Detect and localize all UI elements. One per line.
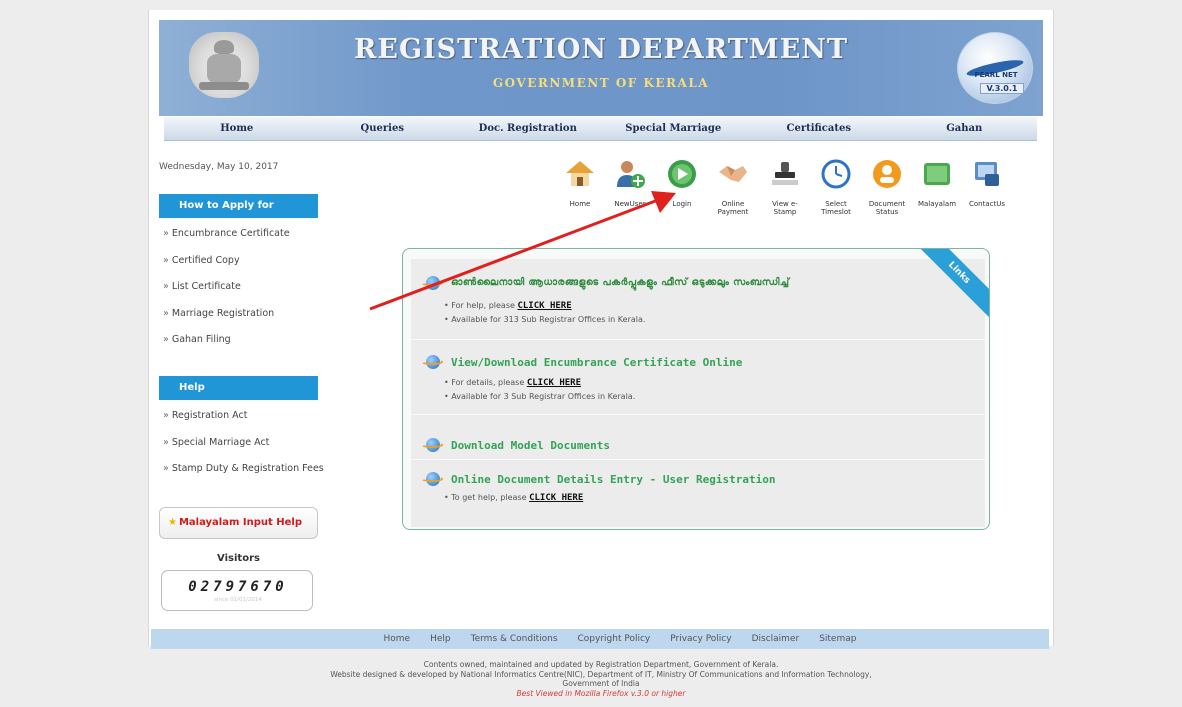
- quick-document-status-label: Document Status: [868, 200, 906, 216]
- help-heading: Help: [159, 376, 318, 400]
- main-nav: Home Queries Doc. Registration Special M…: [164, 117, 1037, 141]
- browser-note: Best Viewed in Mozilla Firefox v.3.0 or …: [516, 688, 686, 698]
- help-list: Registration Act Special Marriage Act St…: [163, 410, 353, 490]
- stamp-icon: [769, 158, 801, 190]
- announcement-title[interactable]: ഓൺലൈനായി ആധാരങ്ങളുടെ പകർപ്പുകളും ഫീസ് ഒട…: [451, 277, 789, 288]
- quick-links-toolbar: Home NewUser Login Online Payment View e…: [557, 158, 1043, 218]
- login-icon: [666, 158, 698, 190]
- malayalam-input-help-button[interactable]: ★ Malayalam Input Help: [159, 507, 318, 539]
- footer-link-privacy[interactable]: Privacy Policy: [670, 629, 731, 649]
- nav-queries[interactable]: Queries: [310, 117, 456, 140]
- quick-new-user[interactable]: NewUser: [607, 158, 653, 208]
- how-to-apply-heading: How to Apply for: [159, 194, 318, 218]
- click-here-link[interactable]: CLICK HERE: [527, 378, 581, 388]
- quick-malayalam[interactable]: Malayalam: [914, 158, 960, 208]
- quick-malayalam-label: Malayalam: [917, 200, 957, 208]
- divider: [411, 414, 985, 415]
- pearl-logo-version: V.3.0.1: [980, 83, 1024, 94]
- clock-icon: [820, 158, 852, 190]
- quick-view-estamp-label: View e-Stamp: [772, 200, 798, 216]
- sidebar-item-registration-act[interactable]: Registration Act: [163, 410, 353, 437]
- quick-view-estamp[interactable]: View e-Stamp: [762, 158, 808, 216]
- help-line-text: To get help, please: [451, 493, 527, 502]
- sidebar-item-gahan-filing[interactable]: Gahan Filing: [163, 334, 353, 361]
- visitor-counter: 02797670 since 01/01/2014: [161, 570, 313, 611]
- nav-doc-registration[interactable]: Doc. Registration: [455, 117, 601, 140]
- site-title: REGISTRATION DEPARTMENT: [353, 34, 849, 65]
- sidebar-item-list-certificate[interactable]: List Certificate: [163, 281, 353, 308]
- quick-online-payment-label: Online Payment: [717, 200, 749, 216]
- sidebar-item-encumbrance-certificate[interactable]: Encumbrance Certificate: [163, 228, 353, 255]
- site-subtitle: GOVERNMENT OF KERALA: [492, 76, 710, 90]
- footer-ownership: Contents owned, maintained and updated b…: [423, 660, 779, 669]
- footer-link-terms[interactable]: Terms & Conditions: [471, 629, 558, 649]
- footer-link-copyright[interactable]: Copyright Policy: [578, 629, 651, 649]
- footer-government: Government of India: [562, 679, 640, 688]
- announcement-availability: Available for 3 Sub Registrar Offices in…: [444, 392, 635, 401]
- announcement-title[interactable]: Online Document Details Entry - User Reg…: [451, 473, 776, 486]
- document-status-icon: [871, 158, 903, 190]
- nav-home[interactable]: Home: [164, 117, 310, 140]
- site-header: REGISTRATION DEPARTMENT GOVERNMENT OF KE…: [159, 20, 1043, 116]
- visitor-count: 02797670: [188, 579, 288, 595]
- nav-gahan[interactable]: Gahan: [892, 117, 1038, 140]
- quick-document-status[interactable]: Document Status: [864, 158, 910, 216]
- click-here-link[interactable]: CLICK HERE: [529, 493, 583, 503]
- visitor-count-since: since 01/01/2014: [214, 597, 262, 603]
- sidebar-item-stamp-duty-fees[interactable]: Stamp Duty & Registration Fees: [163, 463, 353, 490]
- quick-select-timeslot[interactable]: Select Timeslot: [813, 158, 859, 216]
- star-icon: ★: [168, 517, 177, 528]
- sidebar-item-marriage-registration[interactable]: Marriage Registration: [163, 308, 353, 335]
- quick-contact-us[interactable]: ContactUs: [964, 158, 1010, 208]
- site-footer: Contents owned, maintained and updated b…: [148, 660, 1054, 698]
- footer-link-home[interactable]: Home: [384, 629, 411, 649]
- quick-contact-us-label: ContactUs: [968, 200, 1005, 208]
- divider: [411, 459, 985, 460]
- footer-nav: Home Help Terms & Conditions Copyright P…: [151, 629, 1049, 649]
- globe-icon: [421, 355, 443, 369]
- home-icon: [564, 158, 596, 190]
- announcement-help-line: To get help, please CLICK HERE: [444, 493, 583, 503]
- sidebar-item-certified-copy[interactable]: Certified Copy: [163, 255, 353, 282]
- quick-login[interactable]: Login: [659, 158, 705, 208]
- announcement-title[interactable]: Download Model Documents: [451, 439, 610, 452]
- quick-home[interactable]: Home: [557, 158, 603, 208]
- page-container: REGISTRATION DEPARTMENT GOVERNMENT OF KE…: [148, 10, 1054, 649]
- sidebar-item-special-marriage-act[interactable]: Special Marriage Act: [163, 437, 353, 464]
- quick-select-timeslot-label: Select Timeslot: [821, 200, 851, 216]
- how-to-apply-list: Encumbrance Certificate Certified Copy L…: [163, 228, 353, 361]
- quick-online-payment[interactable]: Online Payment: [710, 158, 756, 216]
- nav-certificates[interactable]: Certificates: [746, 117, 892, 140]
- footer-developer: Website designed & developed by National…: [330, 669, 872, 679]
- divider: [411, 339, 985, 340]
- announcement-help-line: For help, please CLICK HERE: [444, 301, 571, 311]
- click-here-link[interactable]: CLICK HERE: [517, 301, 571, 311]
- contact-icon: [971, 158, 1003, 190]
- pearl-logo-text: PEARL NET: [974, 71, 1018, 79]
- announcement-availability: Available for 313 Sub Registrar Offices …: [444, 315, 645, 324]
- announcement-title[interactable]: View/Download Encumbrance Certificate On…: [451, 356, 742, 369]
- quick-home-label: Home: [569, 200, 591, 208]
- announcements-panel: ഓൺലൈനായി ആധാരങ്ങളുടെ പകർപ്പുകളും ഫീസ് ഒട…: [402, 248, 990, 530]
- footer-link-disclaimer[interactable]: Disclaimer: [752, 629, 800, 649]
- quick-new-user-label: NewUser: [614, 200, 646, 208]
- visitors-label: Visitors: [217, 553, 260, 564]
- footer-link-sitemap[interactable]: Sitemap: [819, 629, 856, 649]
- malayalam-input-help-label: Malayalam Input Help: [178, 517, 302, 528]
- footer-link-help[interactable]: Help: [430, 629, 451, 649]
- globe-icon: [421, 276, 443, 290]
- pearl-net-logo: PEARL NET V.3.0.1: [957, 32, 1033, 104]
- quick-login-label: Login: [672, 200, 692, 208]
- announcement-help-line: For details, please CLICK HERE: [444, 378, 581, 388]
- current-date: Wednesday, May 10, 2017: [159, 162, 279, 172]
- globe-icon: [421, 438, 443, 452]
- announcements-list: ഓൺലൈനായി ആധാരങ്ങളുടെ പകർപ്പുകളും ഫീസ് ഒട…: [411, 259, 985, 527]
- help-line-text: For details, please: [451, 378, 525, 387]
- malayalam-icon: [921, 158, 953, 190]
- nav-special-marriage[interactable]: Special Marriage: [601, 117, 747, 140]
- new-user-icon: [614, 158, 646, 190]
- help-line-text: For help, please: [451, 301, 515, 310]
- handshake-icon: [717, 158, 749, 190]
- globe-icon: [421, 472, 443, 486]
